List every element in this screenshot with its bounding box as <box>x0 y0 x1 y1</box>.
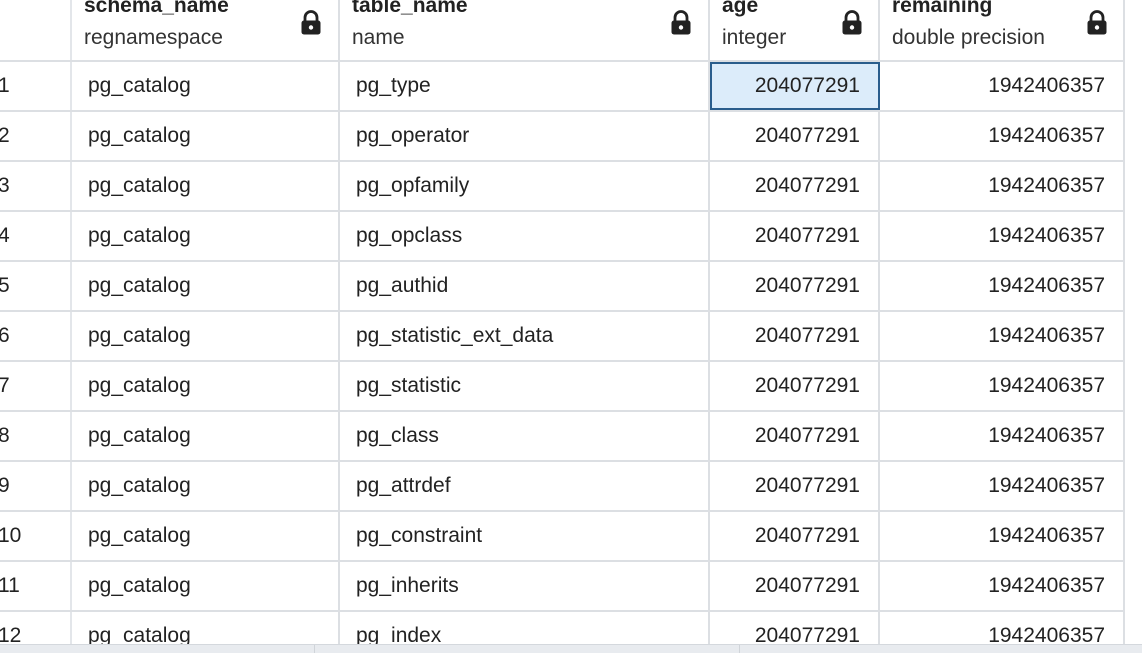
cell-table-name[interactable]: pg_statistic <box>340 362 710 410</box>
cell-table-name[interactable]: pg_statistic_ext_data <box>340 312 710 360</box>
column-name: remaining <box>892 0 993 17</box>
cell-age[interactable]: 204077291 <box>710 212 880 260</box>
cell-age[interactable]: 204077291 <box>710 462 880 510</box>
cell-table-name[interactable]: pg_operator <box>340 112 710 160</box>
row-number[interactable]: 11 <box>0 562 72 610</box>
cell-remaining[interactable]: 1942406357 <box>880 462 1125 510</box>
cell-age[interactable]: 204077291 <box>710 262 880 310</box>
column-name: table_name <box>352 0 468 17</box>
table-row[interactable]: 4 pg_catalog pg_opclass 204077291 194240… <box>0 212 1125 262</box>
cell-table-name[interactable]: pg_inherits <box>340 562 710 610</box>
lock-icon <box>301 10 321 35</box>
table-row[interactable]: 3 pg_catalog pg_opfamily 204077291 19424… <box>0 162 1125 212</box>
cell-remaining[interactable]: 1942406357 <box>880 112 1125 160</box>
column-header-table-name[interactable]: table_name name <box>340 0 710 60</box>
lock-icon <box>1087 10 1107 35</box>
table-row[interactable]: 8 pg_catalog pg_class 204077291 19424063… <box>0 412 1125 462</box>
column-type: name <box>352 26 405 49</box>
cell-remaining[interactable]: 1942406357 <box>880 412 1125 460</box>
row-number[interactable]: 2 <box>0 112 72 160</box>
cell-schema-name[interactable]: pg_catalog <box>72 62 340 110</box>
cell-remaining[interactable]: 1942406357 <box>880 262 1125 310</box>
column-header-schema-name[interactable]: schema_name regnamespace <box>72 0 340 60</box>
column-name: age <box>722 0 759 17</box>
cell-age-selected[interactable]: 204077291 <box>710 62 880 110</box>
cell-age[interactable]: 204077291 <box>710 562 880 610</box>
row-number[interactable]: 9 <box>0 462 72 510</box>
cell-age[interactable]: 204077291 <box>710 112 880 160</box>
cell-table-name[interactable]: pg_index <box>340 612 710 644</box>
table-row[interactable]: 1 pg_catalog pg_type 204077291 194240635… <box>0 62 1125 112</box>
table-row[interactable]: 5 pg_catalog pg_authid 204077291 1942406… <box>0 262 1125 312</box>
row-number[interactable]: 8 <box>0 412 72 460</box>
cell-table-name[interactable]: pg_constraint <box>340 512 710 560</box>
cell-schema-name[interactable]: pg_catalog <box>72 312 340 360</box>
table-row[interactable]: 7 pg_catalog pg_statistic 204077291 1942… <box>0 362 1125 412</box>
table-row[interactable]: 2 pg_catalog pg_operator 204077291 19424… <box>0 112 1125 162</box>
cell-remaining[interactable]: 1942406357 <box>880 612 1125 644</box>
cell-age[interactable]: 204077291 <box>710 162 880 210</box>
column-type: double precision <box>892 26 1045 49</box>
cell-schema-name[interactable]: pg_catalog <box>72 112 340 160</box>
row-number[interactable]: 1 <box>0 62 72 110</box>
cell-table-name[interactable]: pg_opfamily <box>340 162 710 210</box>
cell-remaining[interactable]: 1942406357 <box>880 312 1125 360</box>
lock-icon <box>842 10 862 35</box>
result-grid: schema_name regnamespace table_name name… <box>0 0 1142 644</box>
grid-right-edge <box>1125 0 1142 644</box>
cell-schema-name[interactable]: pg_catalog <box>72 512 340 560</box>
cell-schema-name[interactable]: pg_catalog <box>72 612 340 644</box>
cell-table-name[interactable]: pg_class <box>340 412 710 460</box>
column-name: schema_name <box>84 0 229 17</box>
cell-schema-name[interactable]: pg_catalog <box>72 262 340 310</box>
row-number[interactable]: 3 <box>0 162 72 210</box>
column-type: regnamespace <box>84 26 223 49</box>
cell-remaining[interactable]: 1942406357 <box>880 62 1125 110</box>
header-row: schema_name regnamespace table_name name… <box>0 0 1125 62</box>
column-header-remaining[interactable]: remaining double precision <box>880 0 1125 60</box>
cell-table-name[interactable]: pg_type <box>340 62 710 110</box>
cell-remaining[interactable]: 1942406357 <box>880 362 1125 410</box>
cell-schema-name[interactable]: pg_catalog <box>72 462 340 510</box>
table-row[interactable]: 12 pg_catalog pg_index 204077291 1942406… <box>0 612 1125 644</box>
cell-age[interactable]: 204077291 <box>710 362 880 410</box>
cell-remaining[interactable]: 1942406357 <box>880 162 1125 210</box>
cell-age[interactable]: 204077291 <box>710 612 880 644</box>
column-header-age[interactable]: age integer <box>710 0 880 60</box>
cell-remaining[interactable]: 1942406357 <box>880 562 1125 610</box>
cell-table-name[interactable]: pg_attrdef <box>340 462 710 510</box>
cell-schema-name[interactable]: pg_catalog <box>72 412 340 460</box>
cell-age[interactable]: 204077291 <box>710 412 880 460</box>
row-number[interactable]: 12 <box>0 612 72 644</box>
cell-table-name[interactable]: pg_authid <box>340 262 710 310</box>
row-number[interactable]: 5 <box>0 262 72 310</box>
cell-age[interactable]: 204077291 <box>710 312 880 360</box>
lock-icon <box>671 10 691 35</box>
row-number[interactable]: 6 <box>0 312 72 360</box>
table-row[interactable]: 9 pg_catalog pg_attrdef 204077291 194240… <box>0 462 1125 512</box>
cell-remaining[interactable]: 1942406357 <box>880 512 1125 560</box>
row-number[interactable]: 10 <box>0 512 72 560</box>
cell-schema-name[interactable]: pg_catalog <box>72 162 340 210</box>
cell-schema-name[interactable]: pg_catalog <box>72 562 340 610</box>
table-row[interactable]: 11 pg_catalog pg_inherits 204077291 1942… <box>0 562 1125 612</box>
cell-schema-name[interactable]: pg_catalog <box>72 362 340 410</box>
row-number[interactable]: 7 <box>0 362 72 410</box>
cell-table-name[interactable]: pg_opclass <box>340 212 710 260</box>
cell-age[interactable]: 204077291 <box>710 512 880 560</box>
table-row[interactable]: 10 pg_catalog pg_constraint 204077291 19… <box>0 512 1125 562</box>
cell-remaining[interactable]: 1942406357 <box>880 212 1125 260</box>
row-number-header[interactable] <box>0 0 72 60</box>
cell-schema-name[interactable]: pg_catalog <box>72 212 340 260</box>
column-type: integer <box>722 26 787 49</box>
row-number[interactable]: 4 <box>0 212 72 260</box>
table-row[interactable]: 6 pg_catalog pg_statistic_ext_data 20407… <box>0 312 1125 362</box>
